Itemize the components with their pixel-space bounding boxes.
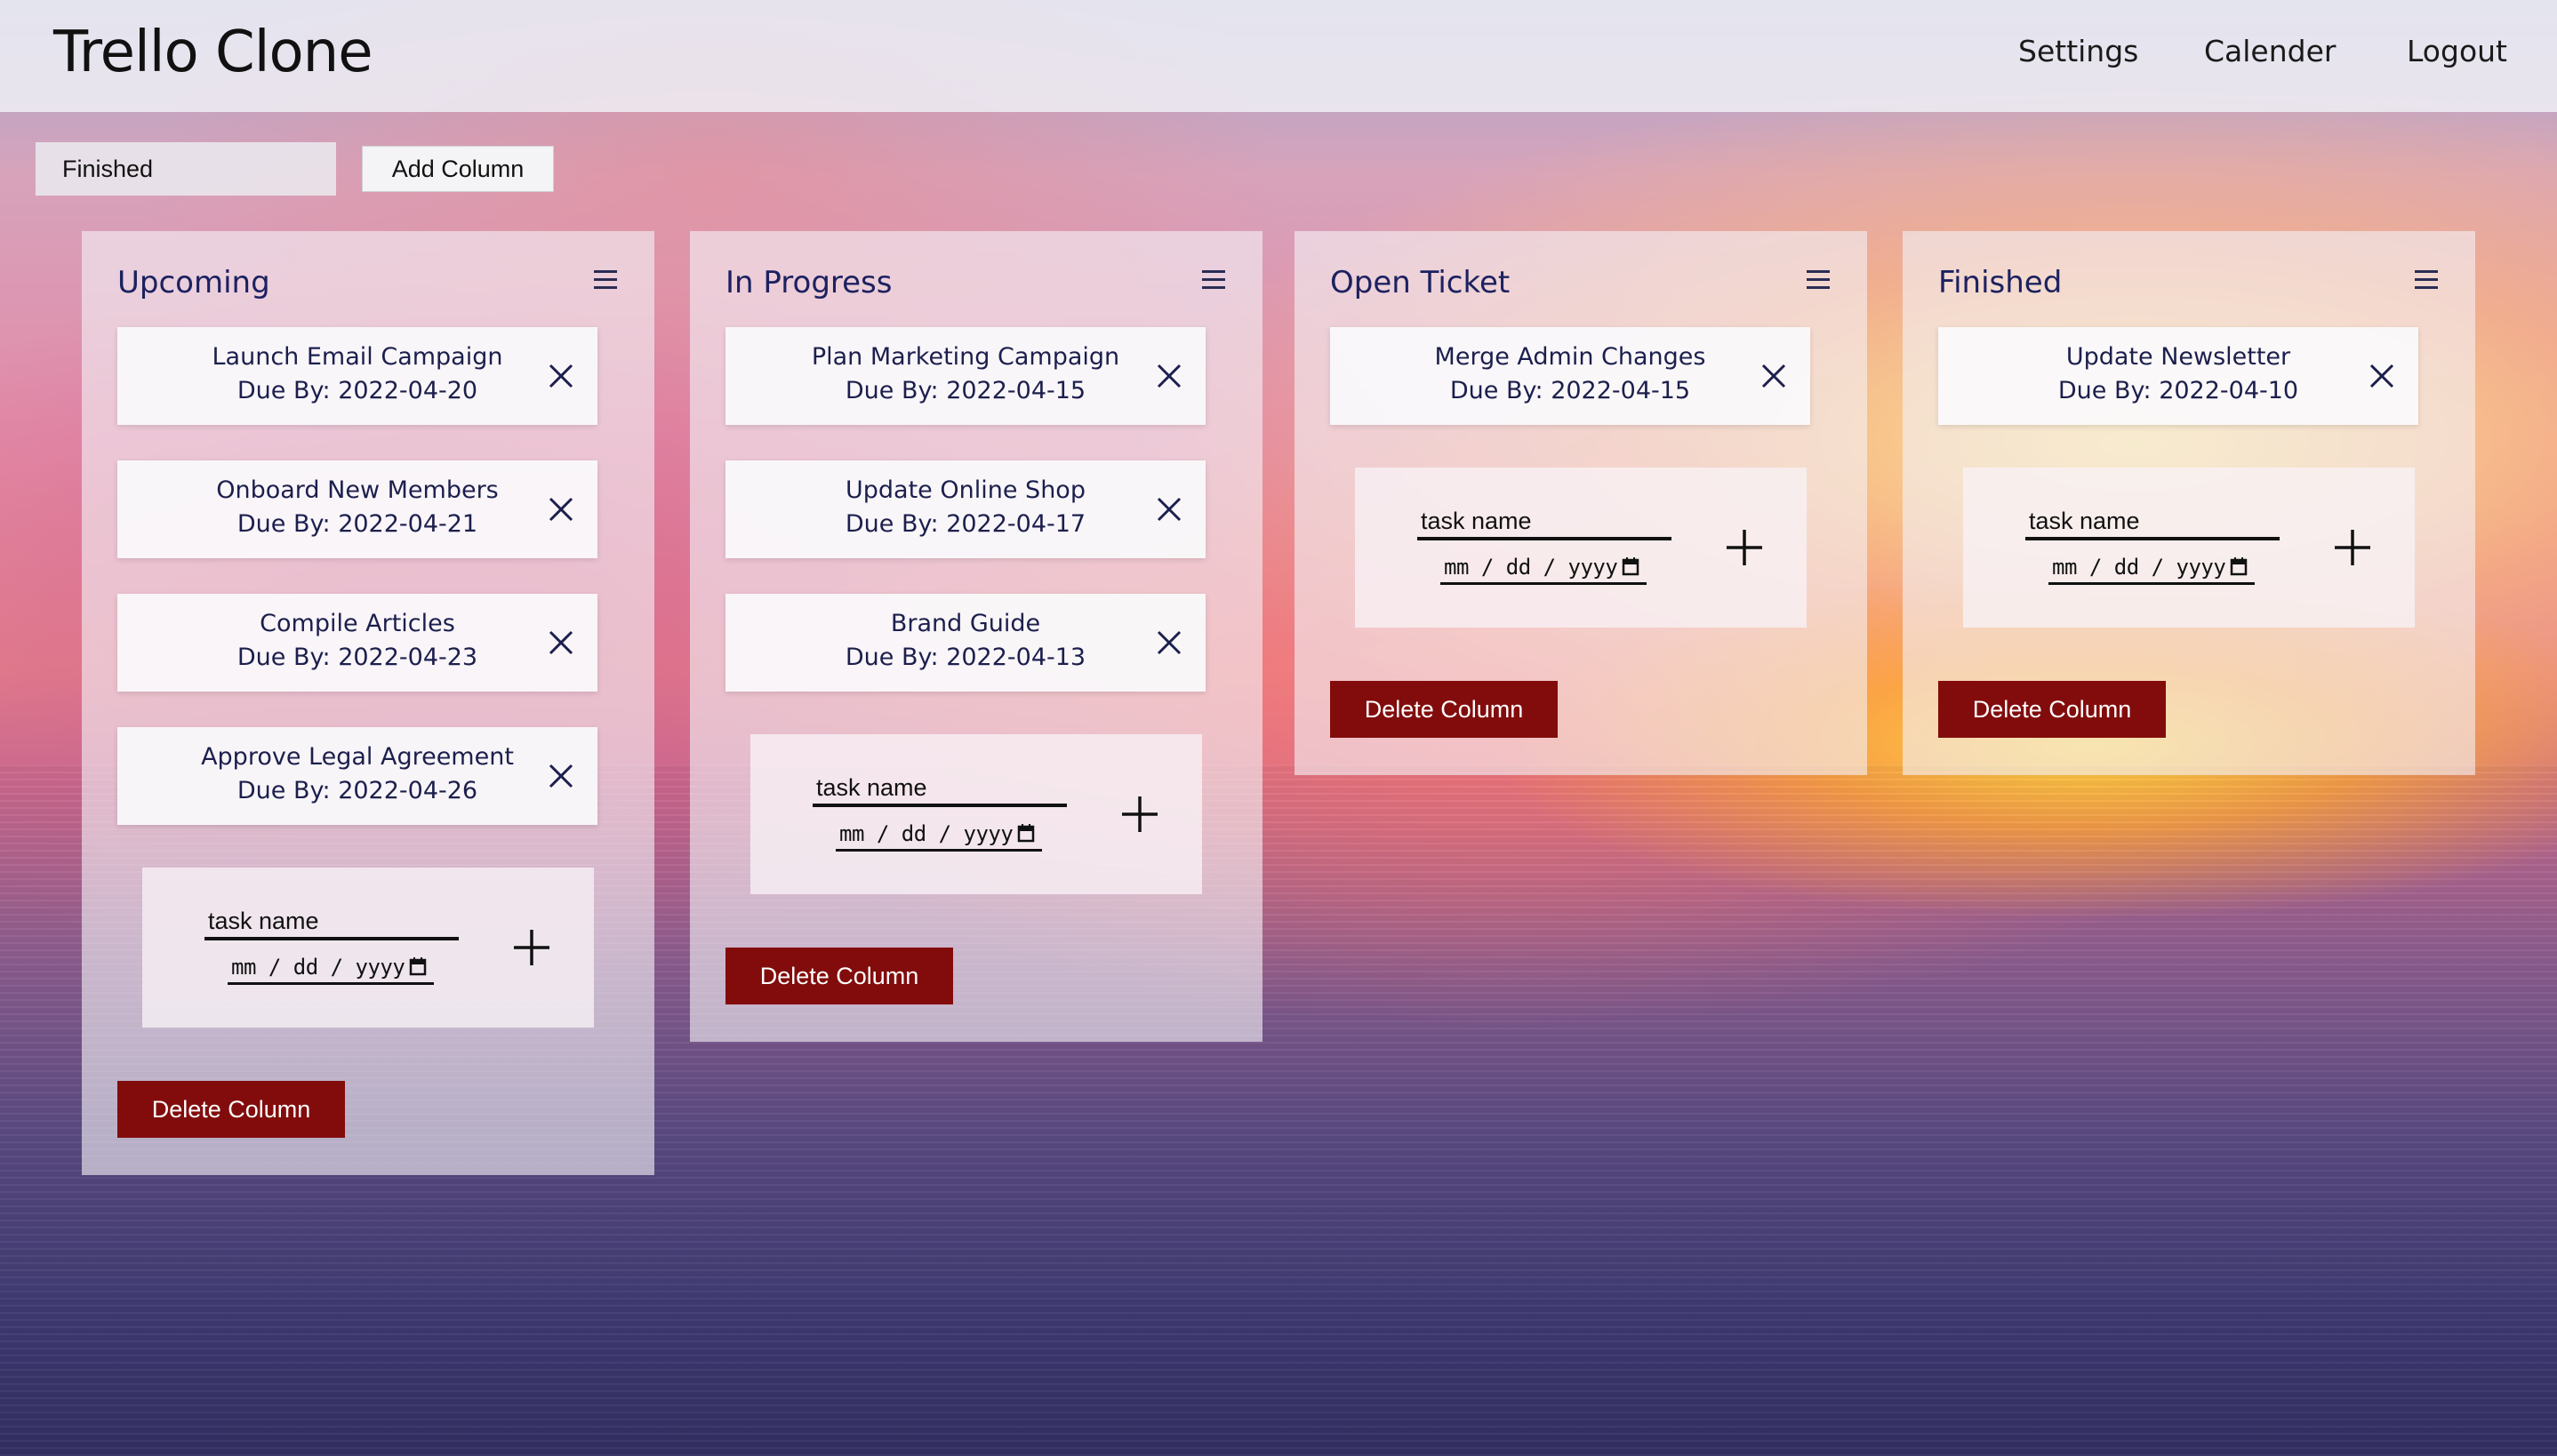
task-card: Launch Email Campaign Due By: 2022-04-20 — [117, 327, 597, 425]
delete-column-button[interactable]: Delete Column — [725, 948, 953, 1004]
column-title: In Progress — [725, 265, 893, 300]
date-placeholder: mm / dd / yyyy — [231, 955, 405, 980]
delete-task-icon[interactable] — [548, 496, 574, 523]
date-placeholder: mm / dd / yyyy — [2052, 555, 2226, 580]
calendar-icon[interactable] — [1017, 823, 1035, 843]
task-name: Brand Guide — [890, 610, 1041, 637]
delete-task-icon[interactable] — [1156, 363, 1182, 389]
column-upcoming: Upcoming Launch Email Campaign Due By: 202… — [82, 231, 654, 1175]
new-task-form: mm / dd / yyyy — [142, 868, 594, 1028]
task-due-date: Due By: 2022-04-15 — [1449, 377, 1691, 404]
new-task-form: mm / dd / yyyy — [1355, 468, 1807, 628]
task-name-input[interactable] — [1417, 505, 1671, 540]
due-date-input[interactable]: mm / dd / yyyy — [2048, 549, 2255, 585]
task-due-date: Due By: 2022-04-23 — [236, 644, 478, 671]
column-menu-icon[interactable] — [1807, 270, 1830, 290]
calendar-icon[interactable] — [1622, 556, 1639, 576]
due-date-input[interactable]: mm / dd / yyyy — [1440, 549, 1647, 585]
task-due-date: Due By: 2022-04-10 — [2057, 377, 2299, 404]
column-menu-icon[interactable] — [2415, 270, 2438, 290]
task-due-date: Due By: 2022-04-20 — [236, 377, 478, 404]
add-task-plus-icon[interactable] — [2333, 528, 2372, 567]
task-card: Update Online Shop Due By: 2022-04-17 — [725, 460, 1206, 558]
column-open-ticket: Open Ticket Merge Admin Changes Due By: 20… — [1295, 231, 1867, 775]
task-due-date: Due By: 2022-04-17 — [845, 510, 1086, 538]
calendar-icon[interactable] — [2230, 556, 2248, 576]
nav-settings-link[interactable]: Settings — [2018, 34, 2138, 68]
delete-task-icon[interactable] — [548, 763, 574, 789]
task-due-date: Due By: 2022-04-21 — [236, 510, 478, 538]
task-due-date: Due By: 2022-04-15 — [845, 377, 1086, 404]
nav-logout-link[interactable]: Logout — [2407, 34, 2507, 68]
date-placeholder: mm / dd / yyyy — [1444, 555, 1618, 580]
delete-task-icon[interactable] — [1760, 363, 1787, 389]
delete-task-icon[interactable] — [548, 363, 574, 389]
delete-task-icon[interactable] — [1156, 629, 1182, 656]
task-card: Plan Marketing Campaign Due By: 2022-04-1… — [725, 327, 1206, 425]
delete-column-button[interactable]: Delete Column — [117, 1081, 345, 1138]
task-name: Update Online Shop — [846, 476, 1086, 504]
delete-task-icon[interactable] — [2369, 363, 2395, 389]
add-column-button[interactable]: Add Column — [362, 146, 554, 192]
column-title: Upcoming — [117, 265, 270, 300]
add-task-plus-icon[interactable] — [512, 928, 551, 967]
task-card: Update Newsletter Due By: 2022-04-10 — [1938, 327, 2418, 425]
column-in-progress: In Progress Plan Marketing Campaign Due By… — [690, 231, 1262, 1042]
new-task-form: mm / dd / yyyy — [750, 734, 1202, 894]
task-name-input[interactable] — [813, 772, 1067, 807]
delete-column-button[interactable]: Delete Column — [1330, 681, 1558, 738]
new-column-name-input[interactable] — [36, 142, 336, 196]
add-task-plus-icon[interactable] — [1725, 528, 1764, 567]
delete-task-icon[interactable] — [1156, 496, 1182, 523]
task-name: Onboard New Members — [216, 476, 499, 504]
column-menu-icon[interactable] — [1202, 270, 1225, 290]
calendar-icon[interactable] — [409, 956, 427, 976]
task-card: Compile Articles Due By: 2022-04-23 — [117, 594, 597, 692]
nav-calender-link[interactable]: Calender — [2204, 34, 2336, 68]
column-menu-icon[interactable] — [594, 270, 617, 290]
task-card: Brand Guide Due By: 2022-04-13 — [725, 594, 1206, 692]
date-placeholder: mm / dd / yyyy — [839, 821, 1014, 846]
task-name: Update Newsletter — [2065, 343, 2291, 371]
task-card: Merge Admin Changes Due By: 2022-04-15 — [1330, 327, 1810, 425]
task-name-input[interactable] — [2025, 505, 2280, 540]
task-name: Launch Email Campaign — [212, 343, 503, 371]
column-finished: Finished Update Newsletter Due By: 2022-04… — [1903, 231, 2475, 775]
task-name: Plan Marketing Campaign — [811, 343, 1120, 371]
due-date-input[interactable]: mm / dd / yyyy — [228, 949, 434, 985]
task-due-date: Due By: 2022-04-13 — [845, 644, 1086, 671]
task-name-input[interactable] — [204, 905, 459, 940]
column-title: Finished — [1938, 265, 2063, 300]
due-date-input[interactable]: mm / dd / yyyy — [836, 816, 1042, 852]
add-task-plus-icon[interactable] — [1120, 795, 1159, 834]
new-task-form: mm / dd / yyyy — [1963, 468, 2415, 628]
task-due-date: Due By: 2022-04-26 — [236, 777, 478, 804]
column-title: Open Ticket — [1330, 265, 1511, 300]
task-card: Approve Legal Agreement Due By: 2022-04-2… — [117, 727, 597, 825]
task-card: Onboard New Members Due By: 2022-04-21 — [117, 460, 597, 558]
task-name: Approve Legal Agreement — [201, 743, 514, 771]
delete-column-button[interactable]: Delete Column — [1938, 681, 2166, 738]
top-navbar: Trello Clone Settings Calender Logout — [0, 0, 2557, 112]
task-name: Merge Admin Changes — [1434, 343, 1706, 371]
delete-task-icon[interactable] — [548, 629, 574, 656]
app-title: Trello Clone — [53, 20, 373, 85]
task-name: Compile Articles — [260, 610, 455, 637]
